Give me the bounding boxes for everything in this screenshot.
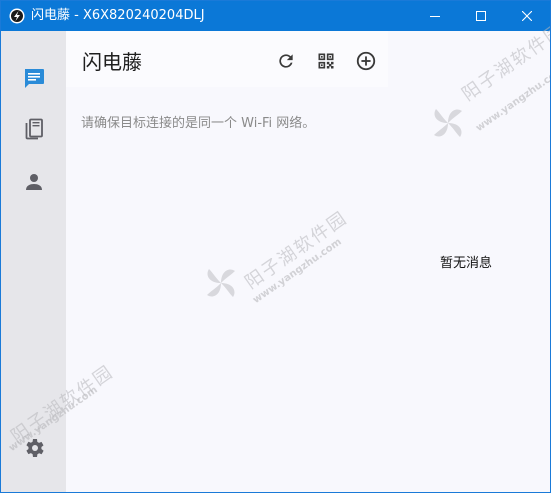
close-button[interactable] — [504, 1, 550, 31]
close-icon — [522, 11, 532, 21]
sidebar-item-settings[interactable] — [1, 427, 66, 469]
empty-state-text: 暂无消息 — [440, 256, 493, 271]
gear-icon — [25, 439, 44, 457]
title-bar[interactable]: 闪电藤 - X6X820240204DLJ — [1, 1, 550, 31]
add-button[interactable] — [352, 47, 380, 75]
main-panel: 闪电藤 请确保目标连接的是同一个 Wi-Fi 网络。 暂无消息 — [66, 31, 550, 492]
minimize-icon — [430, 16, 440, 17]
wifi-hint-text: 请确保目标连接的是同一个 Wi-Fi 网络。 — [81, 116, 316, 131]
window-title: 闪电藤 - X6X820240204DLJ — [31, 8, 205, 23]
maximize-icon — [476, 11, 486, 21]
sidebar-item-person[interactable] — [1, 161, 66, 203]
refresh-button[interactable] — [272, 47, 300, 75]
app-window: 闪电藤 - X6X820240204DLJ 闪电藤 请确保目标连接的是同一个 W… — [0, 0, 551, 493]
maximize-button[interactable] — [458, 1, 504, 31]
page-title: 闪电藤 — [82, 50, 142, 74]
chat-icon — [24, 69, 44, 88]
refresh-icon — [279, 54, 293, 68]
sidebar-item-chat[interactable] — [1, 57, 66, 99]
sidebar-item-devices[interactable] — [1, 108, 66, 150]
app-logo-icon — [9, 8, 25, 24]
add-circle-icon — [356, 51, 376, 71]
minimize-button[interactable] — [412, 1, 458, 31]
sidebar — [1, 31, 66, 492]
qr-code-button[interactable] — [312, 47, 340, 75]
devices-icon — [25, 118, 43, 140]
person-icon — [25, 174, 42, 190]
header: 闪电藤 — [66, 31, 388, 87]
qr-code-icon — [318, 53, 334, 69]
